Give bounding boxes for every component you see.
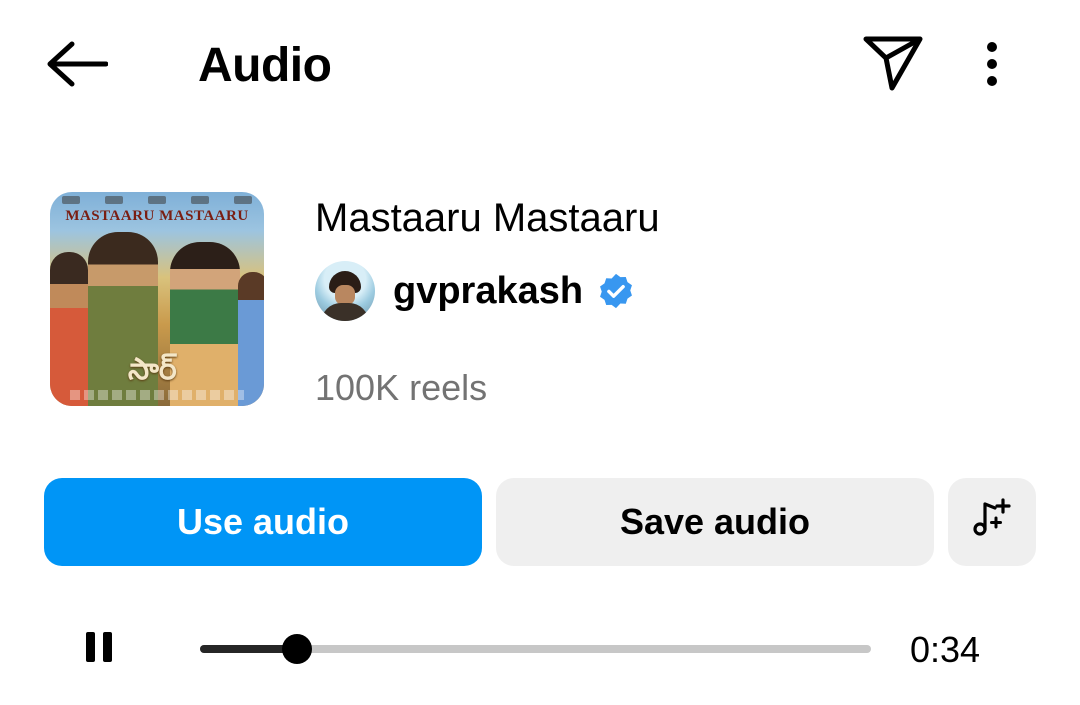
cover-logos [50,194,264,206]
reels-count: 100K reels [315,367,488,408]
music-effects-button[interactable] [948,478,1036,566]
paper-plane-icon [862,34,924,97]
artist-name[interactable]: gvprakash [393,267,583,315]
progress-thumb[interactable] [282,634,313,664]
page-title: Audio [198,39,332,92]
arrow-left-icon [44,40,109,93]
cover-telugu-text: సార్ [128,352,177,387]
audio-cover-art: MASTAARU MASTAARU సార్ [50,192,264,406]
more-options-button[interactable] [968,38,1016,94]
verified-badge-icon [597,272,635,310]
cover-title-text: MASTAARU MASTAARU [65,208,249,224]
save-audio-button[interactable]: Save audio [496,478,934,566]
pause-icon [84,630,114,669]
more-vertical-icon [985,41,999,92]
progress-slider[interactable] [200,634,871,664]
playback-time: 0:34 [910,629,981,670]
share-button[interactable] [858,34,928,96]
song-title: Mastaaru Mastaaru [315,196,660,240]
pause-button[interactable] [76,626,122,672]
back-button[interactable] [40,38,112,94]
music-note-sparkle-icon [970,496,1014,549]
use-audio-button[interactable]: Use audio [44,478,482,566]
avatar[interactable] [315,261,375,321]
artist-link[interactable]: gvprakash [315,261,635,321]
